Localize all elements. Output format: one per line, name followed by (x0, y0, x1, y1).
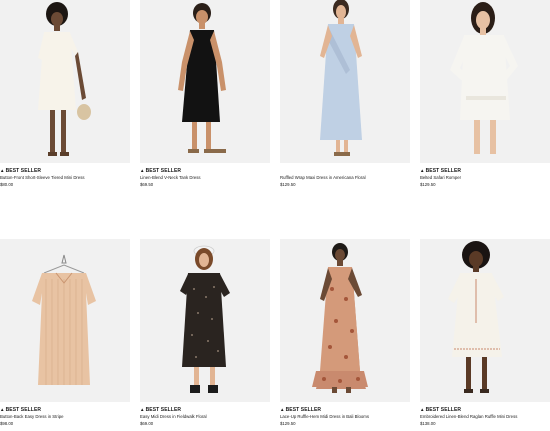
product-image[interactable] (280, 239, 410, 402)
product-name[interactable]: Easy Midi Dress in Fieldwalk Floral (140, 413, 270, 420)
product-image[interactable] (0, 239, 130, 402)
best-seller-badge: ▲BEST SELLER (0, 407, 42, 413)
product-price: $129.50 (280, 182, 296, 187)
product-card[interactable]: ▲BEST SELLER Button-Front Short-Sleeve T… (0, 0, 130, 190)
best-seller-badge: ▲BEST SELLER (280, 407, 322, 413)
product-price: $98.00 (0, 421, 14, 426)
product-card[interactable]: Ruffled Wrap Maxi Dress in Americana Flo… (280, 0, 410, 190)
best-seller-badge (280, 167, 410, 174)
triangle-icon: ▲ (280, 407, 285, 412)
product-name[interactable]: Lace-Up Ruffle-Hem Midi Dress in Bali Bl… (280, 413, 410, 420)
triangle-icon: ▲ (140, 168, 145, 173)
product-price: $80.00 (0, 182, 14, 187)
product-name[interactable]: Ruffled Wrap Maxi Dress in Americana Flo… (280, 174, 410, 181)
product-image[interactable] (140, 239, 270, 402)
best-seller-badge: ▲BEST SELLER (140, 407, 182, 413)
triangle-icon: ▲ (420, 407, 425, 412)
product-card[interactable]: ▲BEST SELLER Lace-Up Ruffle-Hem Midi Dre… (280, 239, 410, 429)
product-price: $138.00 (420, 421, 436, 426)
product-name[interactable]: Linen-Blend V-Neck Tank Dress (140, 174, 270, 181)
triangle-icon: ▲ (140, 407, 145, 412)
triangle-icon: ▲ (0, 168, 5, 173)
triangle-icon: ▲ (0, 407, 5, 412)
product-image[interactable] (420, 239, 550, 402)
product-price: $69.00 (140, 421, 154, 426)
product-card[interactable]: ▲BEST SELLER Button-Back Easy Dress in S… (0, 239, 130, 429)
best-seller-badge: ▲BEST SELLER (420, 407, 462, 413)
product-card[interactable]: ▲BEST SELLER Embroidered Linen-Blend Rag… (420, 239, 550, 429)
product-card[interactable]: ▲BEST SELLER Belted Safari Romper $129.5… (420, 0, 550, 190)
product-name[interactable]: Embroidered Linen-Blend Raglan Ruffle Mi… (420, 413, 550, 420)
product-card[interactable]: ▲BEST SELLER Easy Midi Dress in Fieldwal… (140, 239, 270, 429)
product-image[interactable] (280, 0, 410, 163)
product-name[interactable]: Button-Front Short-Sleeve Tiered Mini Dr… (0, 174, 130, 181)
product-price: $129.50 (420, 182, 436, 187)
product-image[interactable] (420, 0, 550, 163)
product-name[interactable]: Button-Back Easy Dress in Stripe (0, 413, 130, 420)
product-card[interactable]: ▲BEST SELLER Linen-Blend V-Neck Tank Dre… (140, 0, 270, 190)
product-grid: ▲BEST SELLER Button-Front Short-Sleeve T… (0, 0, 550, 431)
best-seller-badge: ▲BEST SELLER (0, 168, 42, 174)
product-price: $69.50 (140, 182, 154, 187)
triangle-icon: ▲ (420, 168, 425, 173)
best-seller-badge: ▲BEST SELLER (420, 168, 462, 174)
product-image[interactable] (140, 0, 270, 163)
best-seller-badge: ▲BEST SELLER (140, 168, 182, 174)
product-image[interactable] (0, 0, 130, 163)
product-price: $129.50 (280, 421, 296, 426)
product-name[interactable]: Belted Safari Romper (420, 174, 550, 181)
